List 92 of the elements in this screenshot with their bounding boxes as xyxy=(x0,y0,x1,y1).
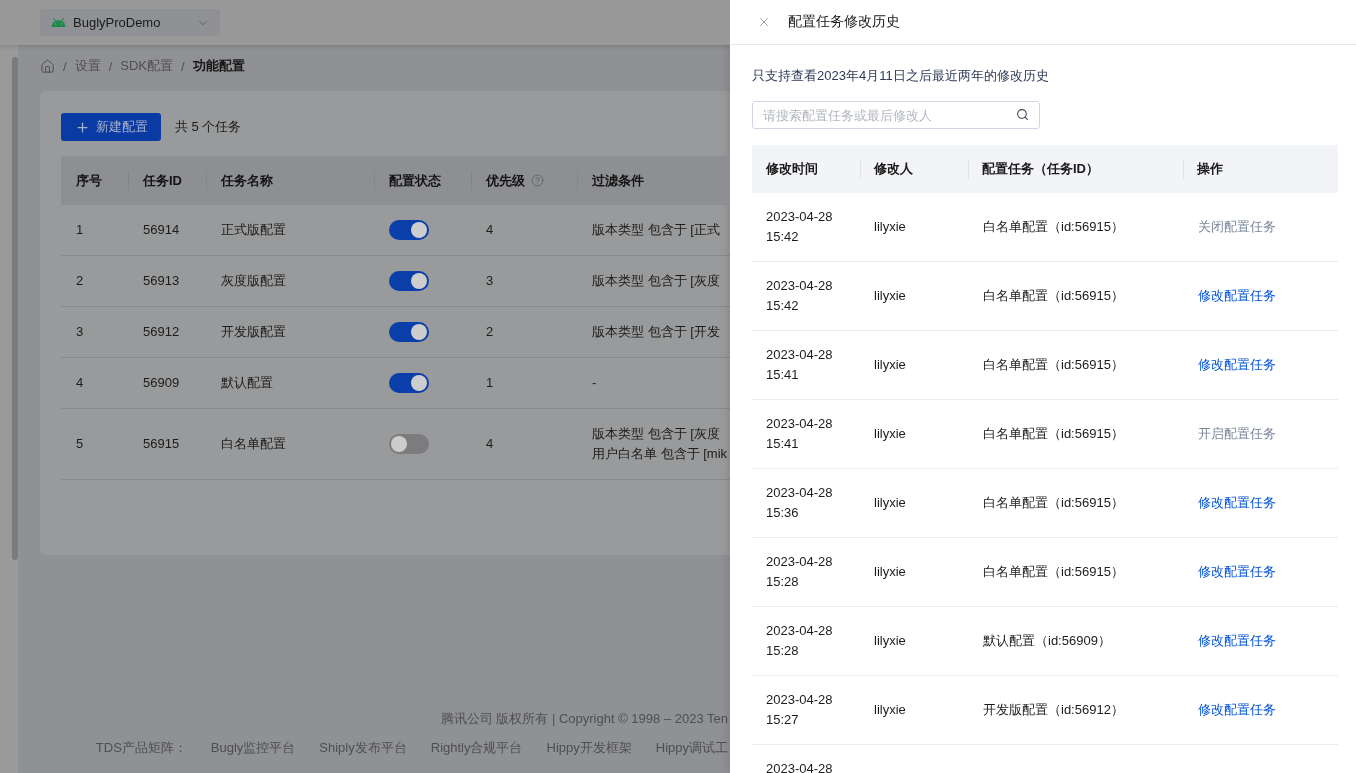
table-cell-text: 2023-04-28 15:28 xyxy=(765,553,834,591)
table-cell: 4 xyxy=(471,205,577,256)
column-title: 配置任务（任务ID） xyxy=(968,159,1183,179)
table-cell-text: lilyxie xyxy=(873,218,907,236)
table-cell: 1 xyxy=(61,205,128,256)
drawer-title: 配置任务修改历史 xyxy=(788,13,900,31)
table-cell: 默认配置 xyxy=(206,358,374,409)
search-field[interactable]: 请搜索配置任务或最后修改人 xyxy=(752,101,1040,129)
new-config-button[interactable]: 新建配置 xyxy=(61,113,161,141)
table-cell: 灰度版配置 xyxy=(206,256,374,307)
table-cell-text: lilyxie xyxy=(873,356,907,374)
table-cell: 2 xyxy=(61,256,128,307)
close-button[interactable] xyxy=(757,15,771,29)
action-text: 关闭配置任务 xyxy=(1198,219,1276,234)
action-link[interactable]: 修改配置任务 xyxy=(1198,495,1276,510)
column-title: 优先级 xyxy=(486,171,525,190)
filter-condition: 用户白名单 包含于 [mik xyxy=(592,445,728,463)
table-cell: 正式版配置 xyxy=(206,205,374,256)
close-icon xyxy=(757,15,771,29)
table-cell: 56915 xyxy=(128,409,206,480)
copyright-text: 腾讯公司 版权所有 | Copyright © 1998 – 2023 Ten xyxy=(440,710,728,728)
table-cell: 5 xyxy=(61,409,128,480)
table-cell-text: 开发版配置（id:56912） xyxy=(982,701,1125,719)
column-title: 修改时间 xyxy=(764,160,819,178)
table-cell-text: 默认配置（id:56909） xyxy=(982,632,1112,650)
search-icon[interactable] xyxy=(1016,108,1029,121)
action-link[interactable]: 修改配置任务 xyxy=(1198,357,1276,372)
filter-condition: 版本类型 包含于 [开发 xyxy=(592,323,721,341)
breadcrumb-separator: / xyxy=(108,58,113,74)
toggle-switch[interactable] xyxy=(389,373,429,393)
filter-condition: 版本类型 包含于 [正式 xyxy=(592,221,721,239)
table-cell-text: 2023-04-28 xyxy=(765,760,834,773)
breadcrumb-separator: / xyxy=(181,58,185,74)
table-cell-text: 2023-04-28 15:41 xyxy=(765,415,834,453)
action-link[interactable]: 修改配置任务 xyxy=(1198,702,1276,717)
table-cell-text: 白名单配置（id:56915） xyxy=(982,287,1125,305)
scrollbar-thumb[interactable] xyxy=(12,57,18,560)
action-link[interactable]: 修改配置任务 xyxy=(1198,564,1276,579)
table-cell: 56912 xyxy=(128,307,206,358)
breadcrumb-link[interactable]: 功能配置 xyxy=(192,57,245,75)
table-cell-text: lilyxie xyxy=(873,287,907,305)
table-cell-text: lilyxie xyxy=(873,425,907,443)
table-cell-text: 2023-04-28 15:28 xyxy=(765,622,834,660)
table-cell: 1 xyxy=(471,358,577,409)
task-count: 共 5 个任务 xyxy=(175,118,242,136)
toggle-switch[interactable] xyxy=(389,220,429,240)
table-cell-text: 2023-04-28 15:42 xyxy=(765,208,834,246)
action-text: 开启配置任务 xyxy=(1198,426,1276,441)
table-cell-text: lilyxie xyxy=(873,701,907,719)
table-cell: 2 xyxy=(471,307,577,358)
notice-text: 只支持查看2023年4月11日之后最近两年的修改历史 xyxy=(752,67,1050,85)
app-select[interactable]: BuglyProDemo xyxy=(40,9,220,36)
column-title: 配置状态 xyxy=(389,171,441,190)
toggle-switch[interactable] xyxy=(389,322,429,342)
table-cell-text: 2023-04-28 15:27 xyxy=(765,691,834,729)
breadcrumb-separator: / xyxy=(63,58,67,74)
toggle-switch[interactable] xyxy=(389,271,429,291)
table-cell-text: 2023-04-28 15:36 xyxy=(765,484,834,522)
column-title: 序号 xyxy=(76,171,102,190)
footer-label: TDS产品矩阵： xyxy=(95,739,187,757)
table-cell-text: 白名单配置（id:56915） xyxy=(982,218,1125,236)
table-cell: 56913 xyxy=(128,256,206,307)
filter-condition: 版本类型 包含于 [灰度 xyxy=(592,425,721,443)
action-link[interactable]: 修改配置任务 xyxy=(1198,633,1276,648)
filter-condition: 版本类型 包含于 [灰度 xyxy=(592,272,721,290)
toggle-switch[interactable] xyxy=(389,434,429,454)
table-cell-text: 2023-04-28 15:42 xyxy=(765,277,834,315)
table-cell: 56914 xyxy=(128,205,206,256)
table-cell-text: 2023-04-28 15:41 xyxy=(765,346,834,384)
filter-condition: - xyxy=(592,374,598,392)
column-title: 操作 xyxy=(1183,159,1338,179)
table-cell-text: 白名单配置（id:56915） xyxy=(982,563,1125,581)
table-cell: 3 xyxy=(61,307,128,358)
column-title: 过滤条件 xyxy=(592,171,644,190)
table-cell: 开发版配置 xyxy=(206,307,374,358)
column-title: 修改人 xyxy=(860,159,968,179)
column-title: 任务ID xyxy=(143,171,182,190)
action-link[interactable]: 修改配置任务 xyxy=(1198,288,1276,303)
table-cell: 白名单配置 xyxy=(206,409,374,480)
table-cell-text: lilyxie xyxy=(873,563,907,581)
table-cell: 4 xyxy=(471,409,577,480)
table-cell-text: 白名单配置（id:56915） xyxy=(982,356,1125,374)
table-cell-text: 白名单配置（id:56915） xyxy=(982,425,1125,443)
table-cell: 4 xyxy=(61,358,128,409)
table-cell-text: 白名单配置（id:56915） xyxy=(982,494,1125,512)
table-cell-text: lilyxie xyxy=(873,494,907,512)
column-title: 任务名称 xyxy=(221,171,273,190)
table-cell: 56909 xyxy=(128,358,206,409)
table-cell: 3 xyxy=(471,256,577,307)
plus-icon xyxy=(74,119,90,135)
robot-icon xyxy=(51,18,66,27)
table-cell-text: lilyxie xyxy=(873,632,907,650)
